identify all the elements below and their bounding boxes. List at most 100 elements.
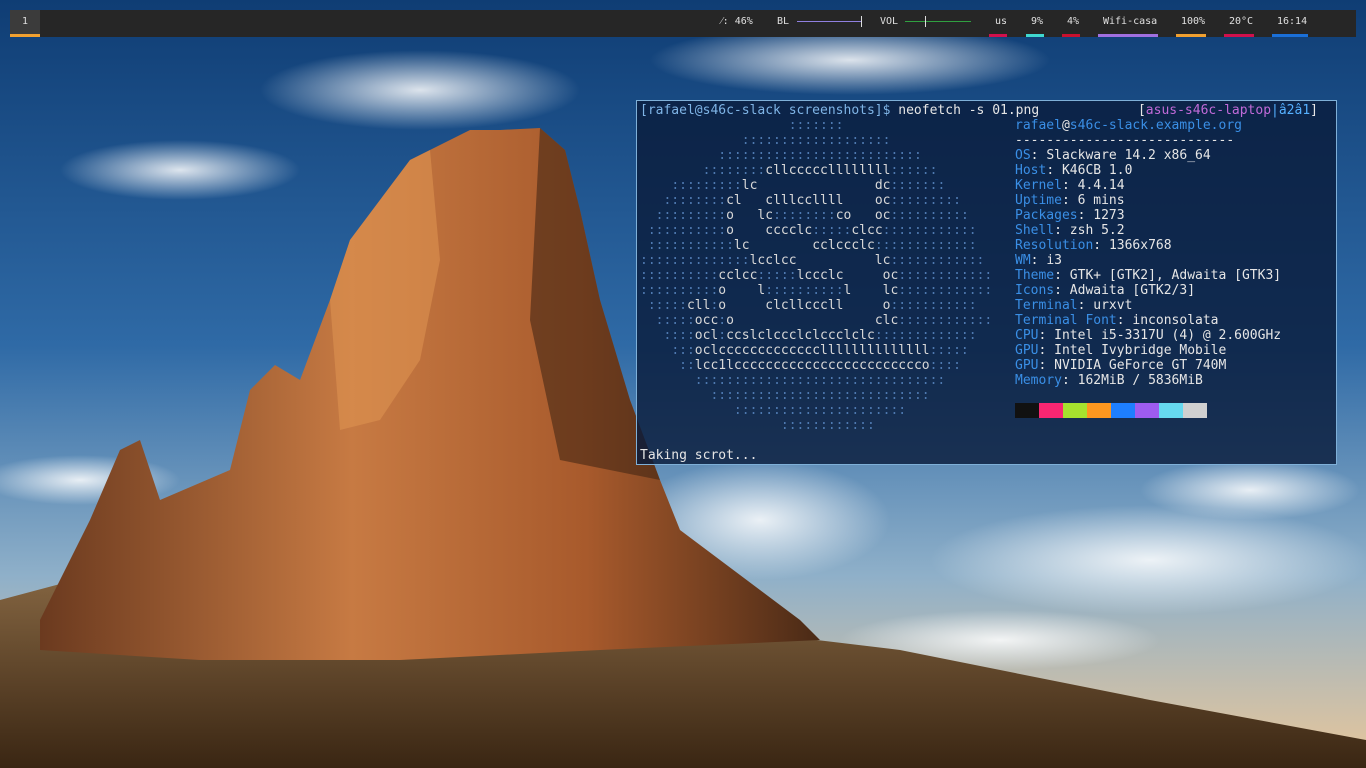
info-row: Terminal Font: inconsolata: [1015, 313, 1281, 328]
info-row: GPU: Intel Ivybridge Mobile: [1015, 343, 1281, 358]
brightness-indicator: ⁄: 46%: [721, 10, 753, 34]
info-key: Terminal: [1015, 298, 1078, 313]
info-value: K46CB 1.0: [1061, 163, 1133, 178]
ascii-logo-row: ::::ocl:ccslclccclclccclclc:::::::::::::: [640, 328, 1000, 343]
ascii-logo-segment: ::::::::::::::::::::::::::::::::: [694, 373, 946, 388]
terminal-prompt-line: [rafael@s46c-slack screenshots]$ neofetc…: [640, 103, 1039, 118]
info-row: Terminal: urxvt: [1015, 298, 1281, 313]
ascii-logo-segment: [640, 133, 742, 148]
ascii-logo-row: ::::::::::::: [640, 418, 1000, 433]
ascii-logo-segment: o clc: [726, 313, 899, 328]
ascii-logo-segment: ::::::::::: [765, 283, 844, 298]
ascii-logo-row: ::::::::::::::::::::::::::::::::: [640, 373, 1000, 388]
ascii-logo-segment: ::::::::::: [640, 283, 719, 298]
ascii-logo-segment: [640, 298, 648, 313]
ascii-logo-segment: :::::::::::::::::::: [741, 133, 891, 148]
ascii-logo-segment: :::::::::::::: [874, 238, 977, 253]
volume-slider-handle[interactable]: [924, 16, 926, 27]
clock[interactable]: 16:14: [1277, 10, 1307, 34]
info-row: Host: K46CB 1.0: [1015, 163, 1281, 178]
ascii-logo-segment: [640, 388, 710, 403]
backlight-slider-handle[interactable]: [861, 16, 862, 27]
ascii-logo-segment: ::::::::::::::::::::::::::: [718, 148, 922, 163]
info-key: GPU: [1015, 343, 1039, 358]
ascii-logo-segment: [640, 328, 663, 343]
info-value: Intel i5-3317U (4) @ 2.600GHz: [1054, 328, 1282, 343]
host-badge-sep: |: [1271, 103, 1279, 118]
ascii-logo-row: ::::::::::::::::::::::::::::: [640, 388, 1000, 403]
info-key: Host: [1015, 163, 1047, 178]
info-key: Icons: [1015, 283, 1055, 298]
ascii-logo-segment: lcclcc lc: [749, 253, 891, 268]
color-palette: [1015, 403, 1207, 418]
ascii-logo-segment: ::::::::::::: [780, 418, 875, 433]
info-sep: :: [1061, 178, 1078, 193]
info-row: Memory: 162MiB / 5836MiB: [1015, 373, 1281, 388]
host-badge-open: [: [1137, 103, 1146, 118]
info-row: Uptime: 6 mins: [1015, 193, 1281, 208]
palette-swatch: [1015, 403, 1039, 418]
ascii-logo-segment: [640, 148, 718, 163]
info-value: i3: [1046, 253, 1062, 268]
info-value: zsh 5.2: [1069, 223, 1125, 238]
ascii-logo-segment: :::::::::::::: [874, 328, 977, 343]
info-title: rafael@s46c-slack.example.org: [1015, 118, 1281, 133]
info-sep: :: [1054, 268, 1070, 283]
ascii-logo-row: ::::::::cllcccccllllllll::::::: [640, 163, 1000, 178]
info-host: s46c-slack.example.org: [1069, 118, 1242, 133]
ascii-logo-segment: lc dc: [741, 178, 891, 193]
info-key: Packages: [1015, 208, 1078, 223]
info-row: Kernel: 4.4.14: [1015, 178, 1281, 193]
ascii-logo-row: :::::::::o lc::::::::co oc::::::::::: [640, 208, 1000, 223]
ascii-logo-row: :::::::: [640, 118, 1000, 133]
ascii-logo-segment: ::::::::::::: [890, 253, 985, 268]
ascii-logo-segment: oclcccccccccccccllllllllllllll: [694, 343, 930, 358]
ascii-logo-segment: :::: [671, 343, 695, 358]
ascii-logo-segment: [640, 343, 671, 358]
terminal-window[interactable]: [rafael@s46c-slack screenshots]$ neofetc…: [636, 100, 1337, 465]
ascii-logo-row: ::::::::::o l::::::::::l lc::::::::::::: [640, 283, 1000, 298]
ascii-logo-segment: :::::::::::: [890, 298, 977, 313]
host-badge-num: â2â1: [1278, 103, 1311, 118]
ascii-logo-segment: [640, 223, 648, 238]
backlight-slider[interactable]: [797, 16, 862, 27]
info-value: GTK+ [GTK2], Adwaita [GTK3]: [1069, 268, 1282, 283]
info-row: Shell: zsh 5.2: [1015, 223, 1281, 238]
volume-slider[interactable]: [905, 16, 971, 27]
ascii-logo-segment: [640, 163, 703, 178]
info-row: Icons: Adwaita [GTK2/3]: [1015, 283, 1281, 298]
info-row: Theme: GTK+ [GTK2], Adwaita [GTK3]: [1015, 268, 1281, 283]
info-key: CPU: [1015, 328, 1039, 343]
ascii-logo-segment: lc cclccclc: [733, 238, 875, 253]
ascii-logo-row: :::::::::lc dc:::::::: [640, 178, 1000, 193]
workspace-button[interactable]: 1: [10, 10, 40, 37]
info-key: WM: [1015, 253, 1031, 268]
info-sep: :: [1030, 148, 1047, 163]
wifi-indicator[interactable]: Wifi-casa: [1103, 10, 1157, 34]
ascii-logo-segment: :::::::::: [655, 208, 727, 223]
ascii-logo-segment: ::::::::::::: [898, 313, 993, 328]
palette-swatch: [1087, 403, 1111, 418]
ascii-logo-segment: ::::::::: [663, 193, 727, 208]
prompt-command: neofetch -s 01.png: [890, 103, 1040, 118]
palette-swatch: [1063, 403, 1087, 418]
info-sep: :: [1116, 313, 1133, 328]
workspace-label: 1: [21, 16, 29, 27]
info-sep: :: [1046, 163, 1062, 178]
ascii-logo-segment: [640, 403, 734, 418]
ascii-logo-segment: [640, 118, 789, 133]
info-key: Resolution: [1015, 238, 1094, 253]
info-separator: ----------------------------: [1015, 133, 1235, 148]
wifi-underline: [1098, 34, 1158, 37]
ascii-logo-segment: :::::: [757, 268, 797, 283]
info-sep: :: [1061, 193, 1078, 208]
ascii-logo-segment: ::::::::::::::::::::::: [733, 403, 907, 418]
info-value: 6 mins: [1077, 193, 1125, 208]
ascii-logo-segment: o lc: [726, 208, 774, 223]
keyboard-layout-indicator[interactable]: us: [995, 10, 1007, 34]
ascii-logo-segment: ::::::::::::: [898, 283, 993, 298]
palette-swatch: [1183, 403, 1207, 418]
info-row: Resolution: 1366x768: [1015, 238, 1281, 253]
info-sep: :: [1077, 298, 1094, 313]
ascii-logo-row: ::::::::::::::::::::::::::: [640, 148, 1000, 163]
